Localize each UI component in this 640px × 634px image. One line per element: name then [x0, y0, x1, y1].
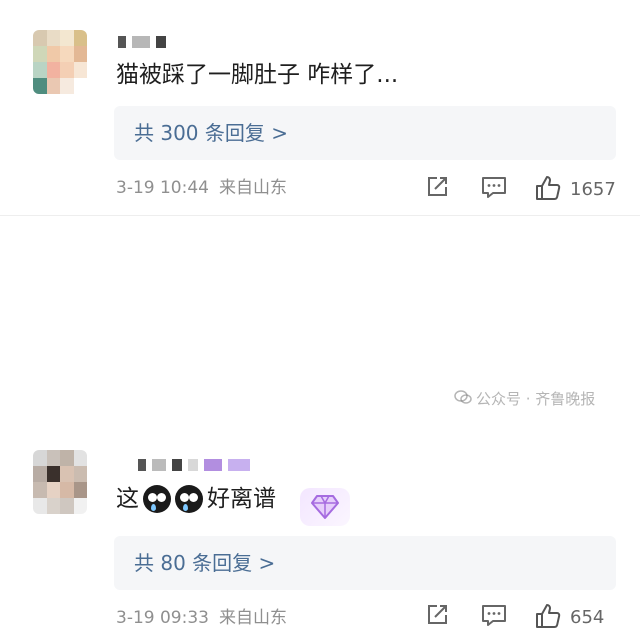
like-count: 654 [570, 607, 605, 628]
comment-meta: 3-19 09:33 来自山东 [116, 606, 287, 630]
timestamp: 3-19 10:44 [116, 178, 209, 198]
like-button[interactable]: 654 [534, 602, 604, 634]
watermark: 公众号 · 齐鲁晚报 [454, 388, 595, 409]
location: 来自山东 [218, 608, 287, 628]
comment-icon [480, 602, 508, 632]
username-blurred[interactable] [138, 459, 250, 471]
share-button[interactable] [424, 602, 450, 632]
avatar[interactable] [33, 450, 87, 514]
reply-button[interactable] [480, 602, 508, 632]
like-count: 1657 [570, 179, 616, 200]
comment-text-before: 这 [116, 486, 139, 512]
share-icon [424, 602, 450, 632]
thumbs-up-icon [534, 602, 562, 634]
view-replies-link[interactable]: 共 80 条回复 > [134, 549, 275, 577]
like-button[interactable]: 1657 [534, 174, 616, 206]
diamond-badge-icon [300, 488, 350, 526]
username-blurred[interactable] [118, 36, 166, 48]
watermark-text: 公众号 · 齐鲁晚报 [476, 390, 596, 408]
crying-face-emoji-icon [143, 485, 171, 513]
reply-box: 共 80 条回复 > [114, 536, 616, 590]
thumbs-up-icon [534, 174, 562, 206]
reply-box: 共 300 条回复 > [114, 106, 616, 160]
avatar[interactable] [33, 30, 87, 94]
comment-text: 这 好离谱 [116, 484, 276, 514]
comment-item: 猫被踩了一脚肚子 咋样了... 共 300 条回复 > 3-19 10:44 来自… [0, 0, 640, 216]
wechat-logo-icon [454, 389, 472, 409]
timestamp: 3-19 09:33 [116, 608, 209, 628]
comment-text: 猫被踩了一脚肚子 咋样了... [116, 62, 399, 88]
reply-button[interactable] [480, 174, 508, 204]
location: 来自山东 [218, 178, 287, 198]
comment-text-after: 好离谱 [207, 486, 276, 512]
share-button[interactable] [424, 174, 450, 204]
share-icon [424, 174, 450, 204]
crying-face-emoji-icon [175, 485, 203, 513]
view-replies-link[interactable]: 共 300 条回复 > [134, 119, 288, 147]
comment-icon [480, 174, 508, 204]
comment-meta: 3-19 10:44 来自山东 [116, 176, 287, 200]
